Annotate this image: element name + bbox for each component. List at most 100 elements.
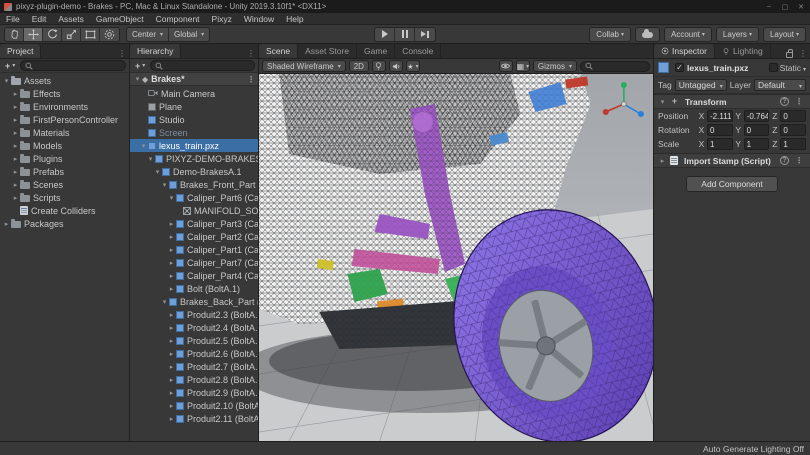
layer-dropdown[interactable]: Default: [754, 79, 806, 91]
project-item-scripts[interactable]: ▸Scripts: [0, 191, 129, 204]
rotation-z-field[interactable]: 0: [780, 124, 806, 136]
expander-icon[interactable]: ▸: [11, 116, 20, 124]
position-z-field[interactable]: 0: [780, 110, 806, 122]
scene-viewport[interactable]: [259, 74, 653, 441]
scene-audio-toggle[interactable]: [389, 60, 403, 72]
menu-gameobject[interactable]: GameObject: [90, 13, 150, 24]
grid-settings-dropdown[interactable]: [516, 60, 530, 72]
hierarchy-item-manifold-solid-bre[interactable]: MANIFOLD_SOLID_BRE...: [130, 204, 258, 217]
project-item-materials[interactable]: ▸Materials: [0, 126, 129, 139]
menu-pixyz[interactable]: Pixyz: [206, 13, 238, 24]
add-component-button[interactable]: Add Component: [686, 176, 777, 192]
hierarchy-item-caliper-part1-caliper-par[interactable]: ▸Caliper_Part1 (Caliper_Par...: [130, 243, 258, 256]
expander-icon[interactable]: ▸: [167, 233, 176, 241]
position-x-field[interactable]: -2.111: [707, 110, 733, 122]
menu-edit[interactable]: Edit: [26, 13, 53, 24]
expander-icon[interactable]: ▾: [139, 142, 148, 150]
menu-help[interactable]: Help: [280, 13, 309, 24]
pause-button[interactable]: [395, 28, 415, 41]
expander-icon[interactable]: ▸: [11, 181, 20, 189]
hierarchy-item-caliper-part4-caliper-par[interactable]: ▸Caliper_Part4 (Caliper_Par...: [130, 269, 258, 282]
expander-icon[interactable]: ▸: [167, 363, 176, 371]
expander-icon[interactable]: ▸: [11, 129, 20, 137]
minimize-icon[interactable]: [764, 3, 774, 11]
tab-hierarchy[interactable]: Hierarchy: [130, 44, 181, 58]
scale-z-field[interactable]: 1: [780, 138, 806, 150]
scale-y-field[interactable]: 1: [744, 138, 770, 150]
expander-icon[interactable]: ▸: [11, 103, 20, 111]
expander-icon[interactable]: ▸: [11, 90, 20, 98]
help-icon[interactable]: [780, 156, 789, 165]
2d-toggle-button[interactable]: 2D: [349, 60, 369, 72]
hierarchy-item-screen[interactable]: Screen: [130, 126, 258, 139]
project-item-prefabs[interactable]: ▸Prefabs: [0, 165, 129, 178]
hierarchy-item-brakes-back-part-brake[interactable]: ▾Brakes_Back_Part (Brake...: [130, 295, 258, 308]
shading-mode-dropdown[interactable]: Shaded Wireframe: [262, 60, 346, 72]
hierarchy-menu-icon[interactable]: [244, 49, 258, 58]
scene-header-row[interactable]: ▾ Brakes*: [130, 73, 258, 86]
tab-inspector[interactable]: Inspector: [654, 44, 715, 58]
project-item-create-colliders[interactable]: Create Colliders: [0, 204, 129, 217]
expander-icon[interactable]: ▸: [167, 285, 176, 293]
position-y-field[interactable]: -0.764: [744, 110, 770, 122]
project-item-assets[interactable]: ▾Assets: [0, 74, 129, 87]
expander-icon[interactable]: ▸: [167, 259, 176, 267]
move-tool-button[interactable]: [24, 28, 43, 41]
hierarchy-item-caliper-part3-caliper-par[interactable]: ▸Caliper_Part3 (Caliper_Par...: [130, 217, 258, 230]
scene-visibility-toggle[interactable]: [499, 60, 513, 72]
lock-icon[interactable]: [786, 52, 793, 58]
expander-icon[interactable]: ▸: [167, 311, 176, 319]
project-item-models[interactable]: ▸Models: [0, 139, 129, 152]
scene-lighting-toggle[interactable]: [372, 60, 386, 72]
expander-icon[interactable]: ▸: [2, 220, 11, 228]
object-name-field[interactable]: lexus_train.pxz: [687, 63, 766, 73]
hierarchy-item-produit2-7-bolta-1[interactable]: ▸Produit2.7 (BoltA.1): [130, 360, 258, 373]
expander-icon[interactable]: ▸: [167, 324, 176, 332]
tab-console[interactable]: Console: [395, 44, 441, 58]
tag-dropdown[interactable]: Untagged: [675, 79, 727, 91]
rotate-tool-button[interactable]: [43, 28, 62, 41]
hierarchy-item-caliper-part6-caliper-par[interactable]: ▾Caliper_Part6 (Caliper_Par...: [130, 191, 258, 204]
collab-button[interactable]: Collab: [589, 27, 631, 42]
hierarchy-item-main-camera[interactable]: Main Camera: [130, 87, 258, 100]
expander-icon[interactable]: ▾: [160, 298, 169, 306]
close-icon[interactable]: [796, 3, 806, 11]
project-item-scenes[interactable]: ▸Scenes: [0, 178, 129, 191]
hierarchy-item-studio[interactable]: Studio: [130, 113, 258, 126]
expander-icon[interactable]: ▸: [167, 402, 176, 410]
project-create-button[interactable]: [3, 61, 17, 71]
scene-options-icon[interactable]: [244, 75, 258, 84]
tab-scene[interactable]: Scene: [259, 44, 298, 58]
inspector-menu-icon[interactable]: [796, 49, 810, 58]
hierarchy-item-produit2-3-bolta-1[interactable]: ▸Produit2.3 (BoltA.1): [130, 308, 258, 321]
help-icon[interactable]: [780, 97, 789, 106]
expander-icon[interactable]: ▾: [160, 181, 169, 189]
menu-window[interactable]: Window: [238, 13, 280, 24]
expander-icon[interactable]: ▸: [167, 389, 176, 397]
menu-assets[interactable]: Assets: [52, 13, 90, 24]
rotation-x-field[interactable]: 0: [707, 124, 733, 136]
hand-tool-button[interactable]: [5, 28, 24, 41]
space-toggle-button[interactable]: Global: [169, 28, 209, 41]
expander-icon[interactable]: ▾: [658, 98, 667, 106]
expander-icon[interactable]: ▸: [167, 376, 176, 384]
cloud-services-button[interactable]: [635, 27, 660, 42]
hierarchy-search-input[interactable]: [150, 60, 255, 71]
rotation-y-field[interactable]: 0: [744, 124, 770, 136]
maximize-icon[interactable]: [780, 3, 790, 11]
hierarchy-create-button[interactable]: [133, 61, 147, 71]
account-button[interactable]: Account: [664, 27, 712, 42]
expander-icon[interactable]: ▸: [11, 142, 20, 150]
hierarchy-item-pixyz-demo-brakes-catproduct[interactable]: ▾PIXYZ-DEMO-BRAKES.catproduct: [130, 152, 258, 165]
expander-icon[interactable]: ▸: [11, 168, 20, 176]
expander-icon[interactable]: ▸: [167, 415, 176, 423]
project-item-environments[interactable]: ▸Environments: [0, 100, 129, 113]
expander-icon[interactable]: ▾: [153, 168, 162, 176]
expander-icon[interactable]: ▸: [167, 272, 176, 280]
hierarchy-item-caliper-part2-caliper-par[interactable]: ▸Caliper_Part2 (Caliper_Par...: [130, 230, 258, 243]
component-menu-icon[interactable]: [792, 156, 806, 165]
tab-asset-store[interactable]: Asset Store: [298, 44, 357, 58]
hierarchy-item-produit2-5-bolta-1[interactable]: ▸Produit2.5 (BoltA.1): [130, 334, 258, 347]
expander-icon[interactable]: ▸: [167, 337, 176, 345]
menu-component[interactable]: Component: [150, 13, 206, 24]
